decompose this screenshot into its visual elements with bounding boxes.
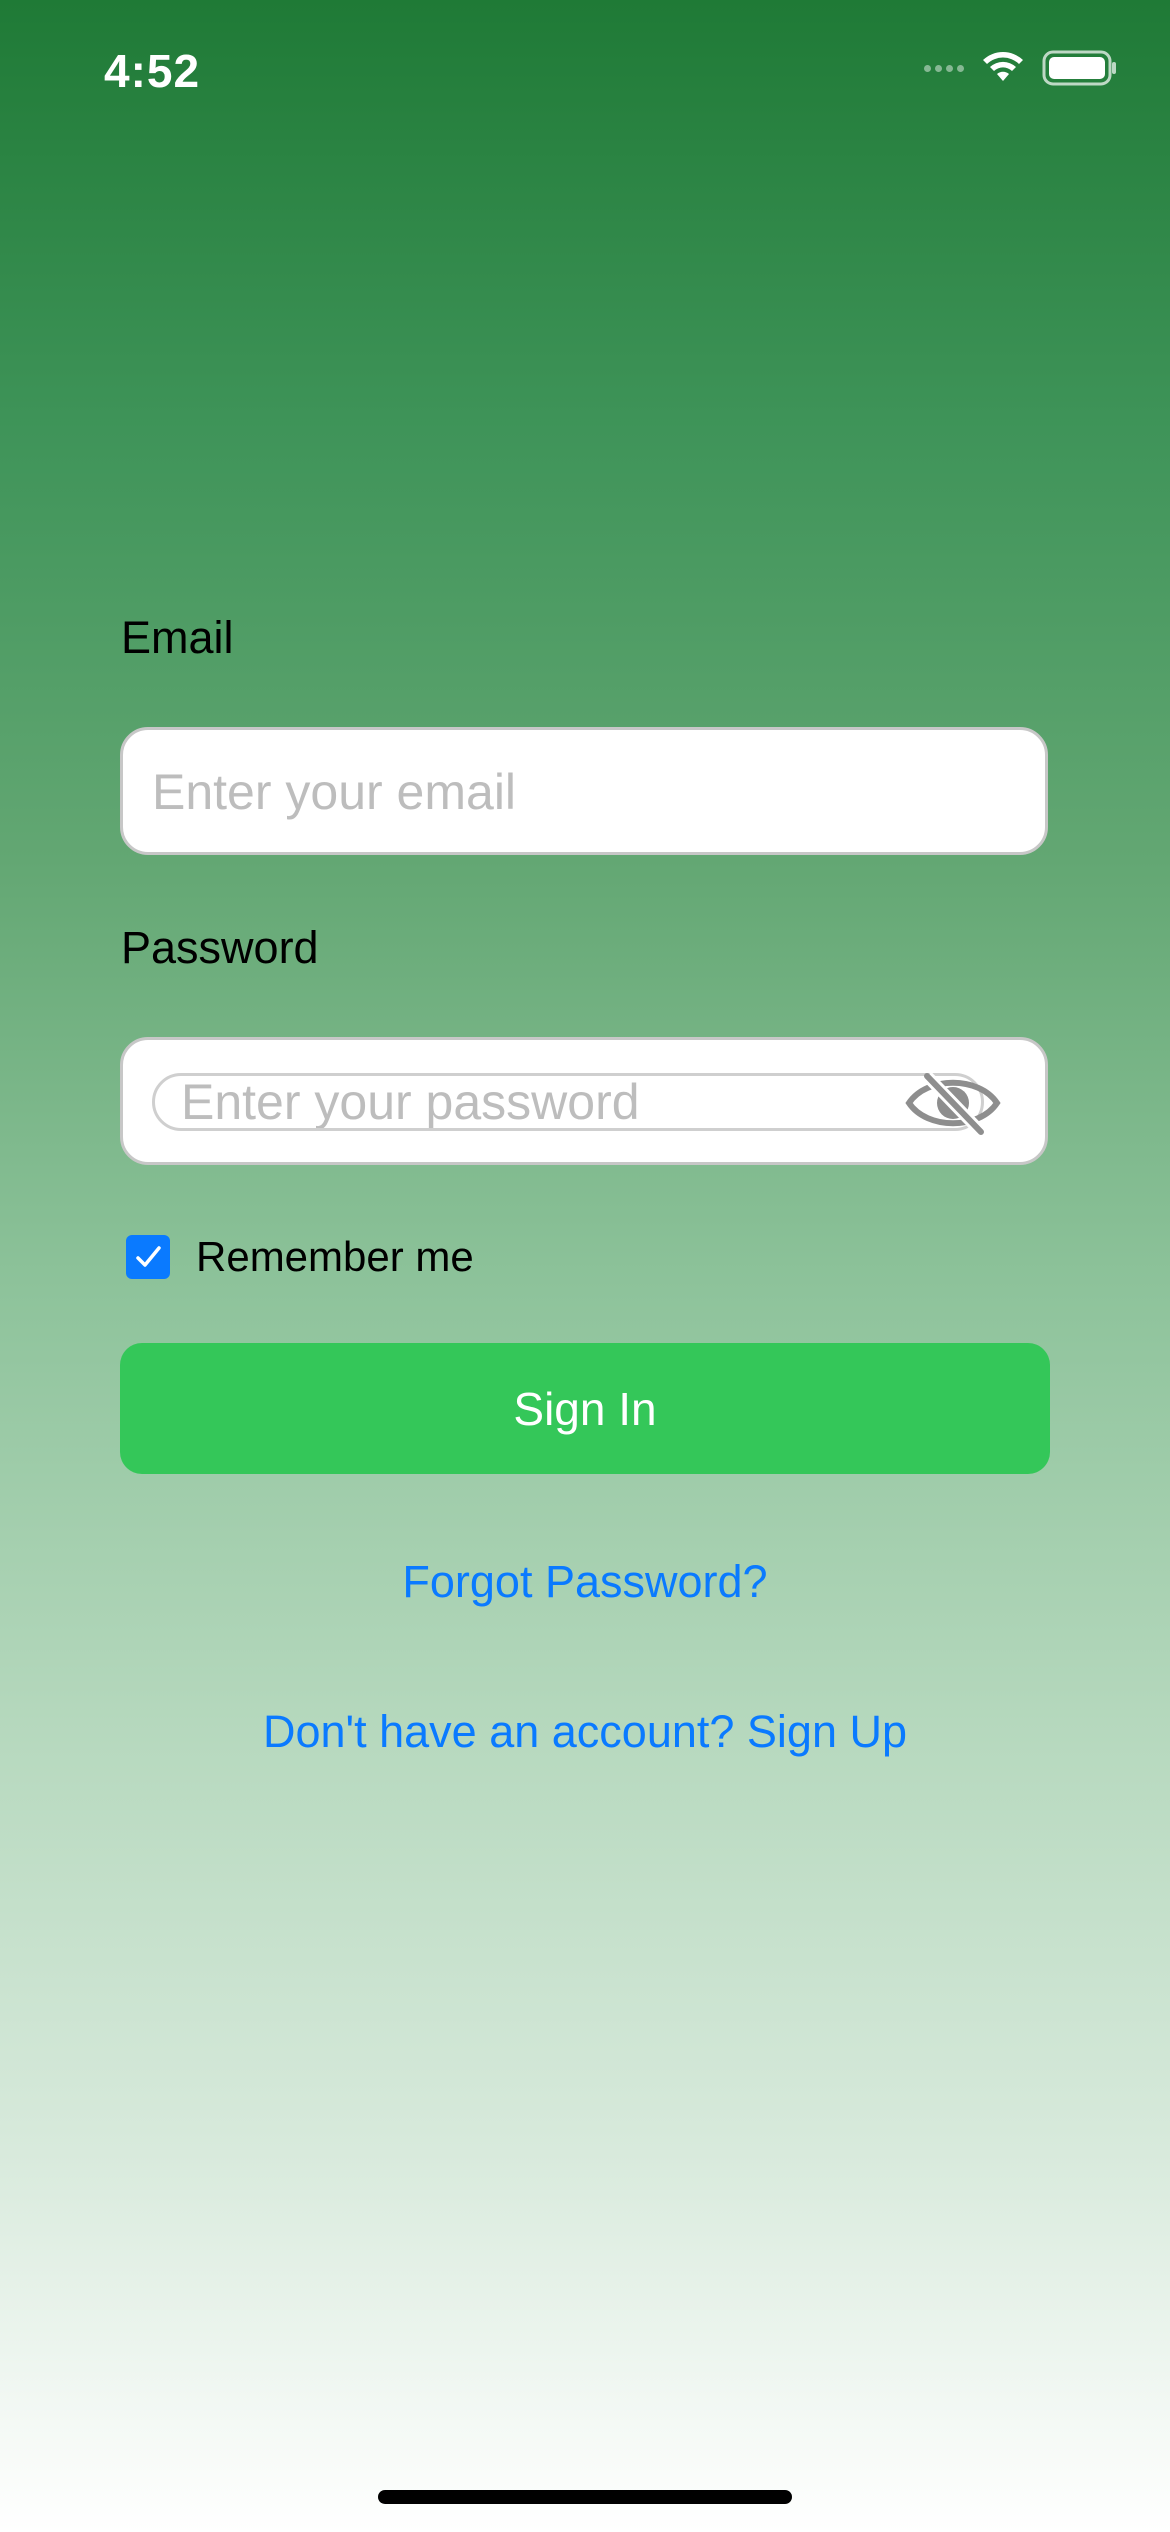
remember-me-checkbox[interactable] <box>126 1235 170 1279</box>
home-indicator <box>378 2490 792 2504</box>
checkmark-icon <box>136 1246 161 1267</box>
password-input[interactable] <box>181 1076 951 1128</box>
cellular-signal-icon <box>924 64 964 72</box>
forgot-password-link[interactable]: Forgot Password? <box>0 1556 1170 1608</box>
password-label: Password <box>121 922 319 973</box>
login-screen: 4:52 Email Password <box>0 0 1170 2532</box>
remember-me[interactable]: Remember me <box>126 1233 474 1281</box>
email-input[interactable] <box>152 762 1012 822</box>
remember-me-label: Remember me <box>196 1233 474 1280</box>
eye-slash-icon[interactable] <box>903 1070 1003 1136</box>
email-field[interactable] <box>120 727 1048 855</box>
status-icons <box>924 50 1118 86</box>
battery-icon <box>1042 50 1116 86</box>
status-time: 4:52 <box>104 45 201 97</box>
sign-in-button[interactable]: Sign In <box>120 1343 1050 1474</box>
email-label: Email <box>121 612 234 663</box>
wifi-icon <box>983 52 1023 81</box>
sign-up-link[interactable]: Don't have an account? Sign Up <box>0 1706 1170 1758</box>
password-input-wrapper <box>152 1073 984 1131</box>
password-field[interactable] <box>120 1037 1048 1165</box>
